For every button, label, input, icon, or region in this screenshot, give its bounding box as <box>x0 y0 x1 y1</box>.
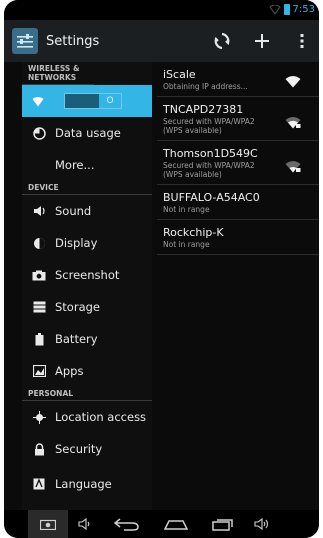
sidebar-item-label: Sound <box>55 204 92 218</box>
volume-up-icon <box>254 518 269 530</box>
network-status: Secured with WPA/WPA2 (WPS available) <box>163 117 255 135</box>
volume-down-icon <box>78 518 90 530</box>
home-icon <box>164 520 188 530</box>
settings-app-icon[interactable] <box>12 28 38 54</box>
apps-icon <box>32 364 46 378</box>
network-name: BUFFALO-A54AC0 <box>163 191 260 204</box>
recent-apps-button[interactable] <box>212 510 234 538</box>
overflow-icon <box>300 34 304 48</box>
page-title: Settings <box>46 33 100 49</box>
sidebar-item-screenshot[interactable]: Screenshot <box>22 259 152 291</box>
network-status: Not in range <box>163 205 210 214</box>
sidebar-item-sound[interactable]: Sound <box>22 195 152 227</box>
navigation-bar <box>4 510 319 538</box>
status-right: 7:53 <box>268 4 315 15</box>
network-item[interactable]: Rockchip-K Not in range <box>157 220 319 255</box>
wifi-status-icon <box>268 4 281 15</box>
sidebar-item-storage[interactable]: Storage <box>22 291 152 323</box>
volume-down-button[interactable] <box>78 510 92 538</box>
network-status: Not in range <box>163 240 210 249</box>
wifi-signal-locked-icon <box>285 117 301 129</box>
settings-list: WIRELESS & NETWORKS O Data usage More...… <box>22 62 152 510</box>
camera-icon <box>32 268 46 282</box>
sidebar-item-battery[interactable]: Battery <box>22 323 152 355</box>
location-icon <box>32 410 46 424</box>
sidebar-item-label: Location access <box>55 410 147 424</box>
sidebar-item-label: Storage <box>55 300 100 314</box>
status-bar: 7:53 <box>4 0 319 20</box>
speaker-icon <box>32 204 46 218</box>
home-button[interactable] <box>164 510 188 538</box>
sidebar-item-wifi[interactable]: O <box>22 85 152 117</box>
sidebar-item-label: Battery <box>55 332 98 346</box>
status-time: 7:53 <box>292 4 315 15</box>
wifi-icon <box>32 92 44 111</box>
sidebar-item-label: Display <box>55 236 98 250</box>
sidebar-item-label: Data usage <box>55 126 121 140</box>
volume-up-button[interactable] <box>254 510 270 538</box>
sidebar-item-more[interactable]: More... <box>22 149 152 181</box>
back-button[interactable] <box>114 510 140 538</box>
action-bar: Settings <box>4 20 319 62</box>
data-usage-icon <box>32 126 46 140</box>
network-name: Thomson1D549C <box>163 147 258 160</box>
wifi-toggle-thumb: O <box>99 94 121 108</box>
screenshot-icon <box>40 519 56 530</box>
action-bar-actions <box>211 20 313 62</box>
network-item[interactable]: BUFFALO-A54AC0 Not in range <box>157 185 319 220</box>
sidebar-item-label: Screenshot <box>55 268 120 282</box>
section-header-device: DEVICE <box>22 181 152 195</box>
plus-icon <box>255 34 269 48</box>
wifi-toggle[interactable]: O <box>64 93 122 109</box>
sidebar-item-security[interactable]: Security <box>22 433 152 465</box>
sidebar-item-language[interactable]: Language <box>22 465 152 491</box>
wps-button[interactable] <box>211 30 233 52</box>
sidebar-item-label: Language <box>55 477 112 491</box>
sidebar-item-location[interactable]: Location access <box>22 401 152 433</box>
wifi-network-list: iScale Obtaining IP address... TNCAPD273… <box>157 62 319 255</box>
battery-setting-icon <box>32 332 46 346</box>
language-icon <box>32 477 46 491</box>
sidebar-item-data-usage[interactable]: Data usage <box>22 117 152 149</box>
wifi-signal-locked-icon <box>285 161 301 173</box>
network-item[interactable]: TNCAPD27381 Secured with WPA/WPA2 (WPS a… <box>157 97 319 141</box>
sidebar-item-label: Security <box>55 442 103 456</box>
network-status: Secured with WPA/WPA2 (WPS available) <box>163 161 255 179</box>
screenshot-button[interactable] <box>28 510 68 538</box>
brightness-icon <box>32 236 46 250</box>
section-header-wireless: WIRELESS & NETWORKS <box>22 62 94 85</box>
sidebar-item-apps[interactable]: Apps <box>22 355 152 387</box>
wps-icon <box>214 32 230 50</box>
back-icon <box>114 518 139 531</box>
recent-apps-icon <box>212 519 233 531</box>
overflow-menu-button[interactable] <box>291 30 313 52</box>
network-item[interactable]: Thomson1D549C Secured with WPA/WPA2 (WPS… <box>157 141 319 185</box>
battery-icon <box>283 4 290 15</box>
section-header-personal: PERSONAL <box>22 387 152 401</box>
network-item[interactable]: iScale Obtaining IP address... <box>157 62 319 97</box>
sidebar-item-display[interactable]: Display <box>22 227 152 259</box>
storage-icon <box>32 300 46 314</box>
wifi-signal-icon <box>285 76 301 88</box>
network-name: TNCAPD27381 <box>163 103 244 116</box>
tablet-screen: 7:53 Settings WIRELESS & NETWORKS O Data… <box>4 0 319 538</box>
add-network-button[interactable] <box>251 30 273 52</box>
sidebar-item-label: More... <box>55 158 95 172</box>
network-name: Rockchip-K <box>163 226 224 239</box>
sidebar-item-label: Apps <box>55 364 84 378</box>
lock-icon <box>32 442 46 456</box>
